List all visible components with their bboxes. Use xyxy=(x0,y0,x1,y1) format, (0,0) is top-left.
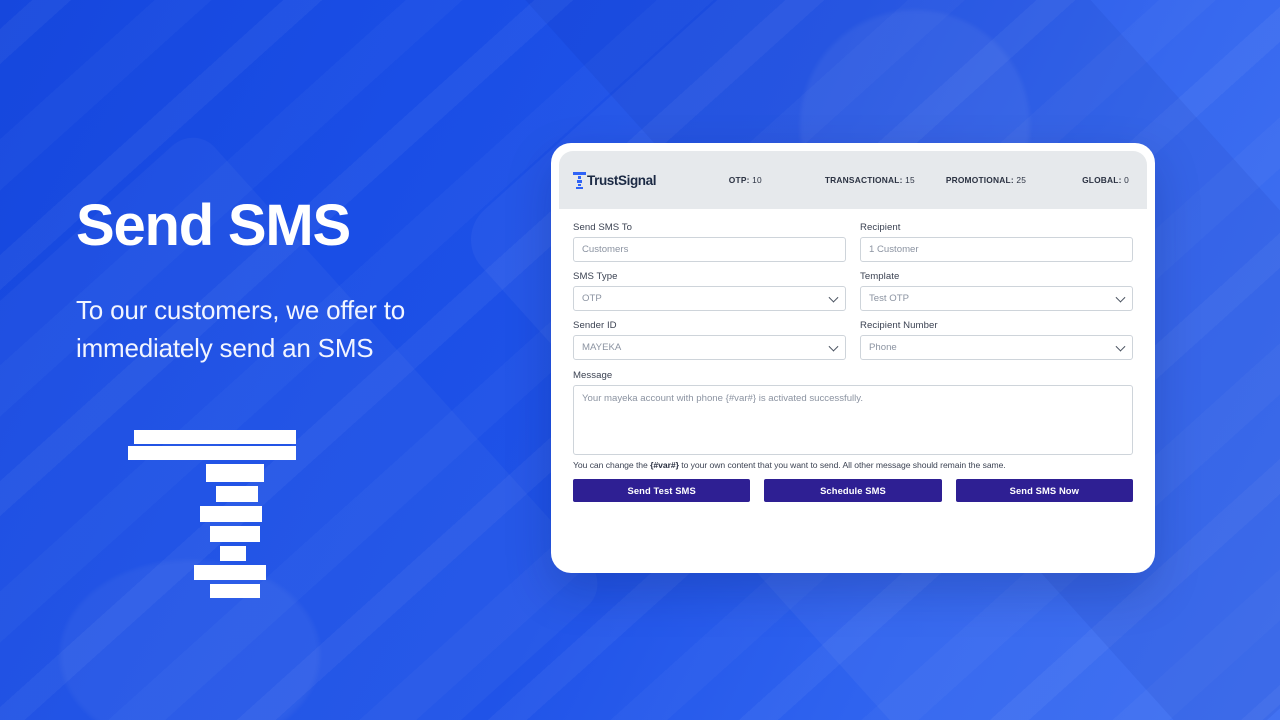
send-sms-card-inner: TrustSignal OTP: 10 TRANSACTIONAL: 15 PR… xyxy=(559,151,1147,565)
card-body: Send SMS To Customers Recipient 1 Custom… xyxy=(559,209,1147,502)
stat-otp-value: 10 xyxy=(752,175,762,185)
template-value: Test OTP xyxy=(869,293,909,304)
helper-variable: {#var#} xyxy=(650,460,679,470)
stat-promotional-value: 25 xyxy=(1016,175,1027,185)
form-row-2: SMS Type OTP Template Test OTP xyxy=(573,271,1133,320)
hero-banner: Send SMS To our customers, we offer to i… xyxy=(0,0,1280,720)
helper-suffix: to your own content that you want to sen… xyxy=(678,460,1006,470)
form-row-1: Send SMS To Customers Recipient 1 Custom… xyxy=(573,222,1133,271)
send-sms-to-input[interactable]: Customers xyxy=(573,237,846,262)
stat-global: GLOBAL: 0 xyxy=(1082,175,1129,185)
helper-prefix: You can change the xyxy=(573,460,651,470)
quota-stats: OTP: 10 TRANSACTIONAL: 15 PROMOTIONAL: 2… xyxy=(729,175,1131,185)
brand-logo[interactable]: TrustSignal xyxy=(573,171,657,189)
field-send-sms-to: Send SMS To Customers xyxy=(573,222,846,262)
sender-id-label: Sender ID xyxy=(573,320,617,331)
recipient-number-select[interactable]: Phone xyxy=(860,335,1133,360)
template-label: Template xyxy=(860,271,900,282)
stat-transactional: TRANSACTIONAL: 15 xyxy=(825,175,915,185)
trustsignal-logomark-icon xyxy=(128,430,308,598)
sender-id-value: MAYEKA xyxy=(582,342,622,353)
form-col-left-2: SMS Type OTP xyxy=(573,271,846,320)
sender-id-select[interactable]: MAYEKA xyxy=(573,335,846,360)
hero-title: Send SMS xyxy=(76,193,351,258)
send-sms-card: TrustSignal OTP: 10 TRANSACTIONAL: 15 PR… xyxy=(551,143,1155,573)
brand-name: TrustSignal xyxy=(587,172,657,188)
sms-type-label: SMS Type xyxy=(573,271,618,282)
recipient-input[interactable]: 1 Customer xyxy=(860,237,1133,262)
form-col-left-3: Sender ID MAYEKA xyxy=(573,320,846,369)
chevron-down-icon xyxy=(1115,341,1126,352)
stat-otp-label: OTP: xyxy=(728,175,750,185)
field-template: Template Test OTP xyxy=(860,271,1133,311)
stat-otp: OTP: 10 xyxy=(729,175,762,185)
hero-copy: Send SMS To our customers, we offer to i… xyxy=(76,193,546,368)
recipient-number-label: Recipient Number xyxy=(860,320,938,331)
field-sender-id: Sender ID MAYEKA xyxy=(573,320,846,360)
form-col-right-2: Template Test OTP xyxy=(860,271,1133,320)
stat-promotional: PROMOTIONAL: 25 xyxy=(946,175,1026,185)
trustsignal-tower-icon xyxy=(573,171,586,189)
form-row-3: Sender ID MAYEKA Recipient Number Phone xyxy=(573,320,1133,369)
send-sms-now-button[interactable]: Send SMS Now xyxy=(955,479,1133,502)
form-col-left-1: Send SMS To Customers xyxy=(573,222,846,271)
stat-transactional-value: 15 xyxy=(905,175,915,185)
message-textarea[interactable]: Your mayeka account with phone {#var#} i… xyxy=(573,385,1133,455)
chevron-down-icon xyxy=(1115,292,1126,303)
message-helper-text: You can change the {#var#} to your own c… xyxy=(573,460,1133,470)
card-header: TrustSignal OTP: 10 TRANSACTIONAL: 15 PR… xyxy=(559,151,1147,209)
form-col-right-1: Recipient 1 Customer xyxy=(860,222,1133,271)
card-actions: Send Test SMS Schedule SMS Send SMS Now xyxy=(573,479,1133,502)
chevron-down-icon xyxy=(828,292,839,303)
hero-subtitle: To our customers, we offer to immediatel… xyxy=(76,294,405,364)
form-col-right-3: Recipient Number Phone xyxy=(860,320,1133,369)
schedule-sms-button[interactable]: Schedule SMS xyxy=(764,479,942,502)
send-sms-to-label: Send SMS To xyxy=(573,222,633,233)
field-message: Message Your mayeka account with phone {… xyxy=(573,370,1133,470)
message-label: Message xyxy=(573,370,613,381)
sms-type-value: OTP xyxy=(582,293,602,304)
chevron-down-icon xyxy=(828,341,839,352)
template-select[interactable]: Test OTP xyxy=(860,286,1133,311)
field-sms-type: SMS Type OTP xyxy=(573,271,846,311)
field-recipient: Recipient 1 Customer xyxy=(860,222,1133,262)
field-recipient-number: Recipient Number Phone xyxy=(860,320,1133,360)
recipient-number-value: Phone xyxy=(869,342,897,353)
stat-transactional-label: TRANSACTIONAL: xyxy=(824,175,903,185)
sms-type-select[interactable]: OTP xyxy=(573,286,846,311)
stat-global-value: 0 xyxy=(1124,175,1129,185)
recipient-label: Recipient xyxy=(860,222,901,233)
stat-global-label: GLOBAL: xyxy=(1082,175,1122,185)
stat-promotional-label: PROMOTIONAL: xyxy=(945,175,1014,185)
send-test-sms-button[interactable]: Send Test SMS xyxy=(573,479,751,502)
